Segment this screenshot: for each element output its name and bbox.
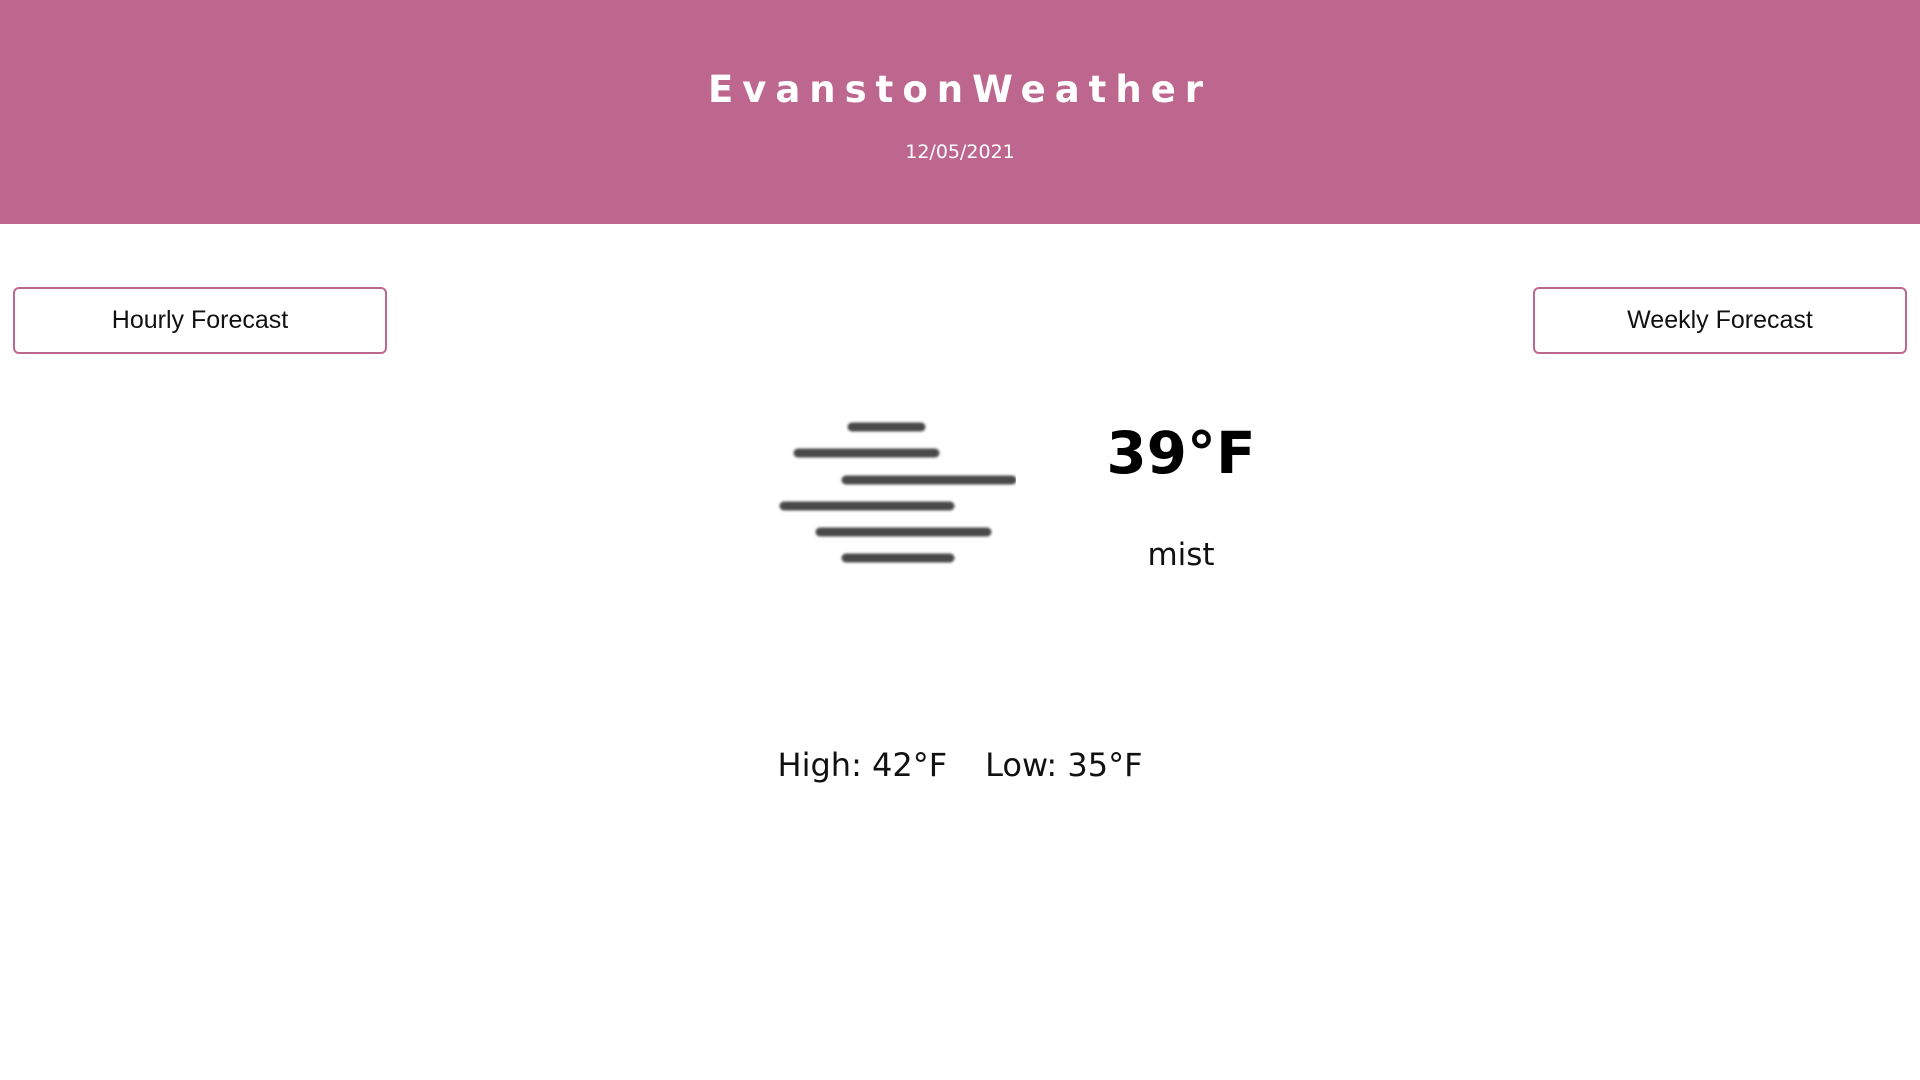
weather-condition: mist	[1147, 537, 1215, 573]
mist-icon	[779, 422, 1016, 563]
low-temperature: Low: 35°F	[985, 746, 1143, 784]
app-title: EvanstonWeather	[707, 68, 1213, 111]
hourly-forecast-button[interactable]: Hourly Forecast	[13, 287, 387, 354]
current-temperature: 39°F	[1106, 419, 1256, 487]
weekly-forecast-button[interactable]: Weekly Forecast	[1533, 287, 1907, 354]
app-header: EvanstonWeather 12/05/2021	[0, 0, 1920, 224]
high-temperature: High: 42°F	[777, 746, 948, 784]
high-low-temperatures: High: 42°F Low: 35°F	[0, 741, 1920, 789]
current-date: 12/05/2021	[905, 141, 1015, 163]
